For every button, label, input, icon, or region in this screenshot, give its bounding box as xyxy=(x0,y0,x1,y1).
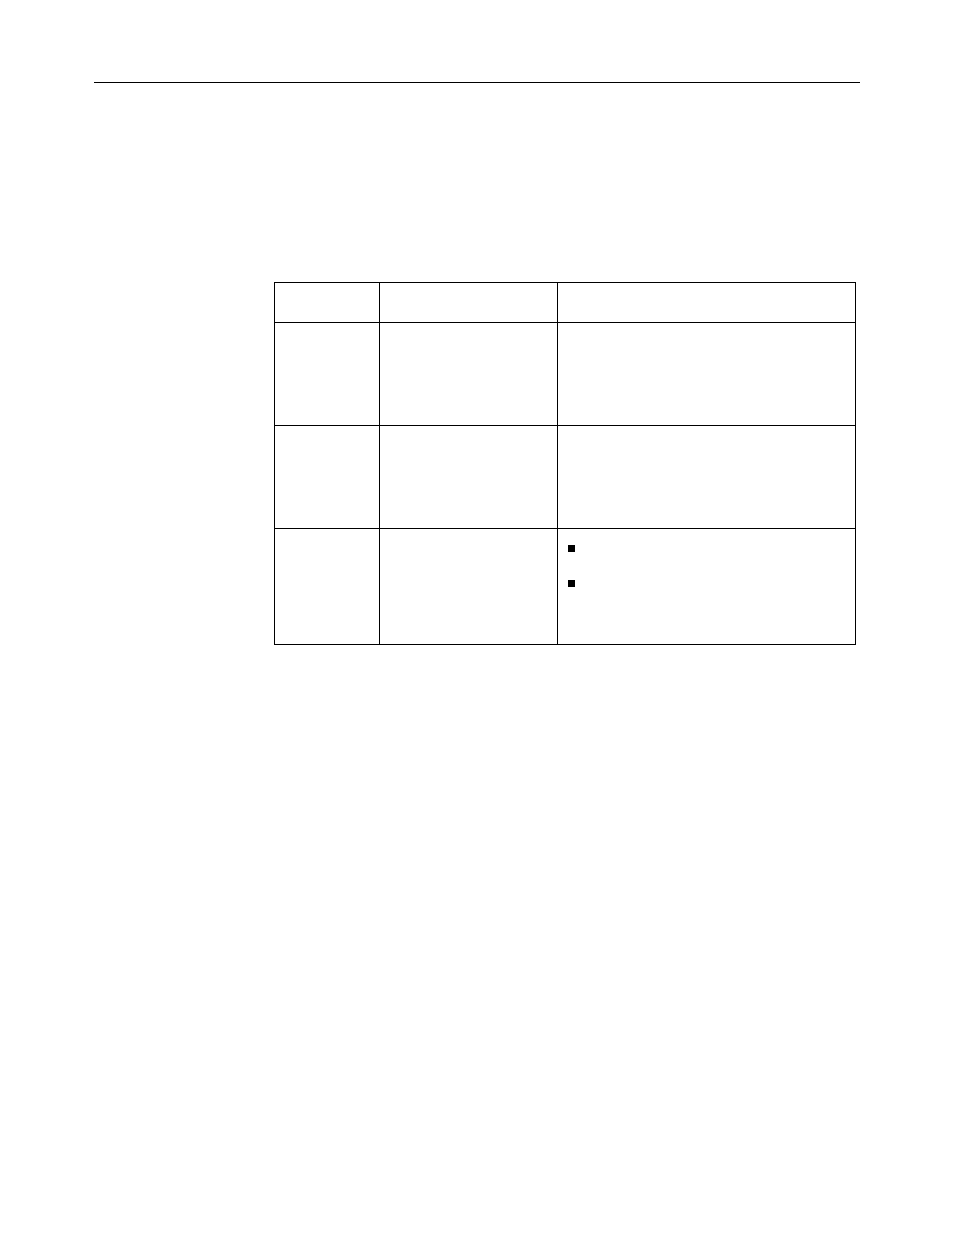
table-cell xyxy=(558,323,856,426)
table-header-cell xyxy=(379,283,558,323)
header-rule xyxy=(94,82,860,83)
table-header-row xyxy=(275,283,856,323)
table-cell xyxy=(558,529,856,645)
table-cell xyxy=(275,426,380,529)
table-row xyxy=(275,426,856,529)
table-row xyxy=(275,529,856,645)
bullet-list xyxy=(568,539,845,587)
table-cell xyxy=(558,426,856,529)
list-item xyxy=(568,539,845,552)
list-item xyxy=(568,574,845,587)
table-cell xyxy=(379,323,558,426)
table-header-cell xyxy=(558,283,856,323)
table-cell xyxy=(275,529,380,645)
table-cell xyxy=(275,323,380,426)
content-table xyxy=(274,282,856,645)
table-row xyxy=(275,323,856,426)
square-bullet-icon xyxy=(568,580,575,587)
table-cell xyxy=(379,426,558,529)
table-header-cell xyxy=(275,283,380,323)
square-bullet-icon xyxy=(568,545,575,552)
table-cell xyxy=(379,529,558,645)
